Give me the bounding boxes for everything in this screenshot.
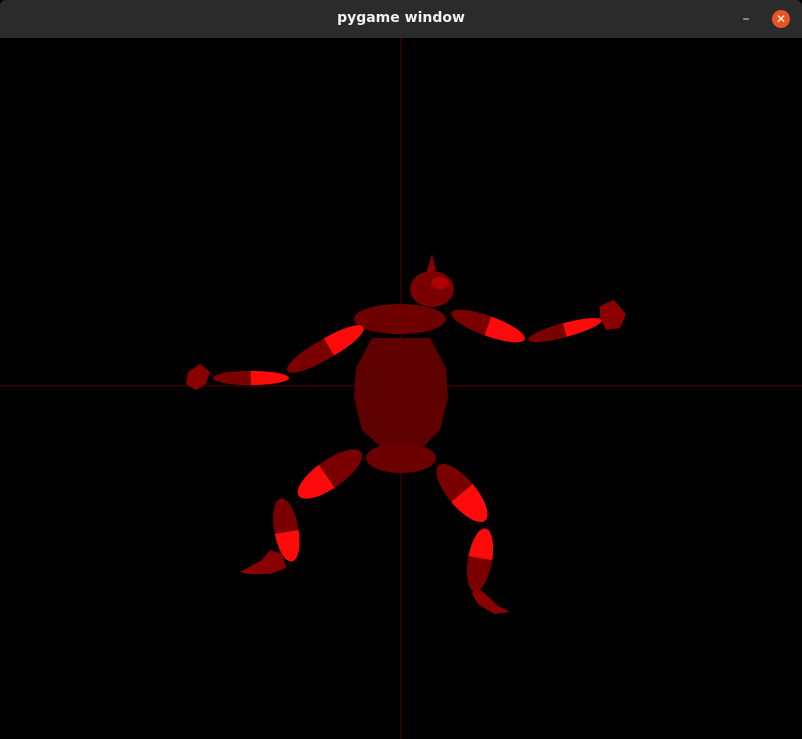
shoulders (354, 304, 446, 334)
left-foot (240, 550, 286, 574)
minimize-button[interactable]: – (736, 9, 756, 29)
torso (354, 338, 448, 450)
hips (366, 443, 436, 473)
render-viewport[interactable] (0, 38, 802, 739)
scene-canvas (0, 38, 802, 739)
right-thigh (436, 463, 488, 523)
left-thigh (297, 449, 363, 499)
right-foot (472, 586, 510, 614)
window-titlebar[interactable]: pygame window – ✕ (0, 0, 802, 38)
close-button[interactable]: ✕ (772, 10, 790, 28)
right-shin (466, 528, 494, 592)
window-title: pygame window (337, 10, 465, 26)
right-forearm (528, 318, 602, 342)
left-upper-arm (287, 325, 364, 373)
right-hand (600, 300, 626, 330)
right-upper-arm (451, 309, 525, 343)
head (410, 254, 454, 307)
left-forearm (213, 371, 289, 385)
